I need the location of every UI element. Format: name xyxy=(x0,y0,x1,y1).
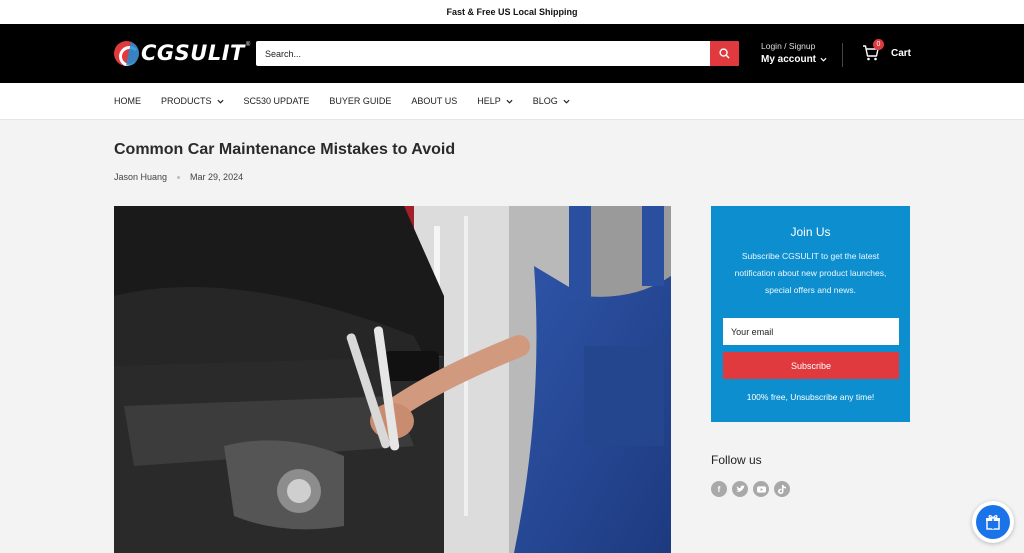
chevron-down-icon xyxy=(820,57,827,62)
article-author: Jason Huang xyxy=(114,172,168,182)
nav-item-sc530-update[interactable]: SC530 UPDATE xyxy=(244,96,310,106)
unsubscribe-note: 100% free, Unsubscribe any time! xyxy=(746,392,875,402)
logo[interactable]: CGSULIT ® xyxy=(114,40,250,66)
twitter-icon[interactable] xyxy=(732,481,748,497)
mechanic-with-wrenches-image xyxy=(114,206,671,553)
nav-item-products[interactable]: PRODUCTS xyxy=(161,96,224,106)
subscribe-button[interactable]: Subscribe xyxy=(723,352,899,379)
logo-mark-icon xyxy=(114,40,139,66)
login-signup-link[interactable]: Login / Signup xyxy=(761,41,827,51)
youtube-icon[interactable] xyxy=(753,481,769,497)
email-field[interactable] xyxy=(723,318,899,345)
follow-us-heading: Follow us xyxy=(711,453,762,467)
announcement-bar: Fast & Free US Local Shipping xyxy=(0,0,1024,24)
cart-button[interactable]: 0 Cart xyxy=(862,39,912,62)
rewards-launcher-button[interactable] xyxy=(972,501,1014,543)
my-account-toggle[interactable]: My account xyxy=(761,54,827,65)
article-date: Mar 29, 2024 xyxy=(190,172,244,182)
logo-text: CGSULIT xyxy=(141,41,245,65)
cart-count-badge: 0 xyxy=(873,39,884,50)
nav-item-home[interactable]: HOME xyxy=(114,96,141,106)
article-hero-image xyxy=(114,206,671,553)
search-bar xyxy=(256,41,739,66)
header-divider xyxy=(842,43,843,67)
gift-icon xyxy=(976,505,1010,539)
announcement-text: Fast & Free US Local Shipping xyxy=(446,7,578,17)
account-menu[interactable]: Login / Signup My account xyxy=(761,41,827,65)
site-header: CGSULIT ® Login / Signup My account xyxy=(0,24,1024,83)
chevron-down-icon xyxy=(563,99,570,104)
meta-separator xyxy=(177,175,181,179)
nav-item-about-us[interactable]: ABOUT US xyxy=(411,96,457,106)
chevron-down-icon xyxy=(506,99,513,104)
social-links: f xyxy=(711,481,790,497)
registered-mark: ® xyxy=(245,42,251,48)
search-icon xyxy=(719,48,730,59)
main-nav: HOME PRODUCTS SC530 UPDATE BUYER GUIDE A… xyxy=(0,83,1024,120)
search-input[interactable] xyxy=(256,41,710,66)
newsletter-title: Join Us xyxy=(790,225,831,239)
nav-item-buyer-guide[interactable]: BUYER GUIDE xyxy=(329,96,391,106)
facebook-icon[interactable]: f xyxy=(711,481,727,497)
search-button[interactable] xyxy=(710,41,739,66)
cart-icon: 0 xyxy=(862,39,884,62)
nav-item-help[interactable]: HELP xyxy=(477,96,513,106)
newsletter-panel: Join Us Subscribe CGSULIT to get the lat… xyxy=(711,206,910,422)
chevron-down-icon xyxy=(216,99,224,104)
article-meta: Jason Huang Mar 29, 2024 xyxy=(114,172,243,182)
cart-label: Cart xyxy=(891,47,912,59)
article-title: Common Car Maintenance Mistakes to Avoid xyxy=(114,141,456,158)
tiktok-icon[interactable] xyxy=(774,481,790,497)
nav-item-blog[interactable]: BLOG xyxy=(533,96,570,106)
newsletter-description: Subscribe CGSULIT to get the latest noti… xyxy=(734,251,887,295)
my-account-label: My account xyxy=(761,54,817,65)
